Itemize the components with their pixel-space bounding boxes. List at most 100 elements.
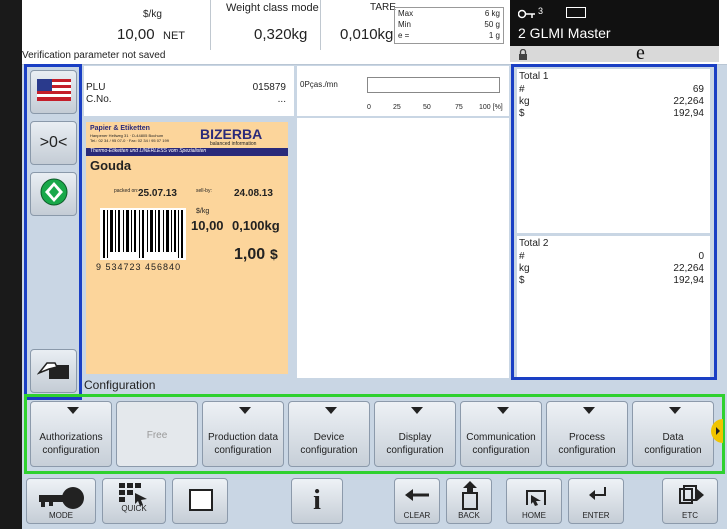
zero-button[interactable]: >0< — [30, 121, 77, 165]
packed-date: 25.07.13 — [138, 188, 177, 199]
net-label: NET — [163, 30, 185, 42]
label-currency: $ — [270, 246, 278, 262]
total2-label: Total 2 — [519, 238, 549, 249]
unit-price-label: $/kg — [196, 208, 210, 215]
barcode-icon — [100, 208, 186, 265]
device-name: 2 GLMI Master — [518, 25, 611, 41]
max-min-box: Max 6 kg Min 50 g e = 1 g — [394, 7, 504, 44]
production-data-config-button[interactable]: Production data configuration — [202, 401, 284, 467]
button-label: Device configuration — [300, 432, 358, 456]
key-icon — [37, 485, 87, 513]
quick-button[interactable]: QUICK — [102, 478, 166, 524]
button-label: Data configuration — [644, 432, 702, 456]
total1-kg: 22,264 — [673, 96, 704, 107]
weight-class-label: Weight class mode — [226, 2, 319, 14]
unit-price: 10,00 — [191, 218, 224, 233]
label-tagline: balanced information — [210, 141, 257, 147]
language-button[interactable] — [30, 70, 77, 114]
etc-icon — [679, 485, 705, 507]
scale-screen: $/kg 10,00 NET Weight class mode 0,320kg… — [22, 0, 727, 529]
total1-kg-label: kg — [519, 96, 530, 107]
scroll-right-tab[interactable] — [711, 419, 723, 443]
etc-button[interactable]: ETC — [662, 478, 718, 524]
weight-value: 0,320kg — [254, 26, 308, 43]
chevron-down-icon — [583, 407, 595, 414]
status-panel: 3 2 GLMI Master e — [510, 0, 719, 64]
total2-amount: 192,94 — [673, 275, 704, 286]
packed-label: packed on: — [114, 188, 139, 194]
price-value: 10,00 — [117, 26, 155, 43]
screen-icon — [189, 489, 213, 511]
total1-count-label: # — [519, 84, 525, 95]
enter-icon — [587, 485, 609, 507]
mode-button[interactable]: MODE — [26, 478, 96, 524]
process-config-button[interactable]: Process configuration — [546, 401, 628, 467]
display-toggle-button[interactable] — [172, 478, 228, 524]
home-icon — [525, 487, 547, 509]
min-label: Min — [398, 20, 411, 29]
e-value: 1 g — [488, 31, 500, 40]
us-flag-icon — [36, 78, 71, 106]
back-button[interactable]: BACK — [446, 478, 492, 524]
data-config-button[interactable]: Data configuration — [632, 401, 714, 467]
label-feed-button[interactable] — [30, 349, 77, 393]
throughput-bar — [367, 77, 500, 93]
totals-panel: Total 1 # 69 kg 22,264 $ 192,94 Total 2 … — [511, 64, 717, 380]
left-sidebar: >0< — [24, 64, 82, 400]
start-button[interactable] — [30, 172, 77, 216]
button-label: Authorizations configuration — [39, 432, 103, 456]
total2-amount-label: $ — [519, 275, 525, 286]
button-label: Free — [146, 430, 168, 441]
config-bar: Authorizations configuration Free Produc… — [24, 394, 725, 474]
e-label: e = — [398, 31, 410, 40]
max-value: 6 kg — [484, 9, 500, 18]
max-label: Max — [398, 9, 414, 18]
button-label: Production data configuration — [207, 432, 279, 456]
plu-value: 015879 — [252, 82, 286, 93]
etc-label: ETC — [682, 511, 698, 520]
label-phone: Tel.: 02 34 / 95 07-0 · Fax: 02 34 / 95 … — [90, 138, 169, 143]
chevron-down-icon — [67, 407, 79, 414]
chevron-down-icon — [669, 407, 681, 414]
sell-label: sell-by: — [196, 188, 212, 194]
free-button[interactable]: Free — [116, 401, 198, 467]
display-config-button[interactable]: Display configuration — [374, 401, 456, 467]
home-label: HOME — [522, 511, 546, 520]
button-label: Communication configuration — [466, 432, 536, 456]
clear-label: CLEAR — [403, 511, 431, 520]
button-label: Display configuration — [386, 432, 444, 456]
enter-button[interactable]: ENTER — [568, 478, 624, 524]
total1-amount: 192,94 — [673, 108, 704, 119]
min-value: 50 g — [484, 20, 500, 29]
authorizations-config-button[interactable]: Authorizations configuration — [30, 401, 112, 467]
home-button[interactable]: HOME — [506, 478, 562, 524]
enter-label: ENTER — [582, 511, 610, 520]
sell-date: 24.08.13 — [234, 188, 273, 199]
tick-25: 25 — [393, 104, 401, 111]
info-panel — [297, 118, 509, 378]
clear-button[interactable]: CLEAR — [394, 478, 440, 524]
label-area: Papier & Etiketten Hanpener Hellweg 31 ·… — [84, 118, 294, 378]
total1-amount-label: $ — [519, 108, 525, 119]
chevron-down-icon — [239, 407, 251, 414]
device-config-button[interactable]: Device configuration — [288, 401, 370, 467]
plu-label: PLU — [86, 82, 106, 93]
label-company: Papier & Etiketten — [90, 125, 150, 132]
quick-label: QUICK — [121, 504, 147, 513]
status-strip — [510, 46, 719, 62]
start-icon — [39, 177, 69, 212]
key-count: 3 — [538, 6, 544, 16]
warning-text: Verification parameter not saved — [22, 50, 166, 61]
communication-config-button[interactable]: Communication configuration — [460, 401, 542, 467]
bottom-bar: MODE QUICK i CLEAR BACK HOME ENTER ETC — [22, 474, 727, 529]
throughput-panel: 0Pças./mn 0 25 50 75 100 [%] — [297, 66, 509, 116]
cno-label: C.No. — [86, 94, 112, 105]
label-weight: 0,100kg — [232, 218, 280, 233]
label-preview: Papier & Etiketten Hanpener Hellweg 31 ·… — [86, 122, 288, 374]
tick-75: 75 — [455, 104, 463, 111]
info-button[interactable]: i — [291, 478, 343, 524]
cno-value: ... — [277, 94, 286, 105]
label-total: 1,00 — [234, 246, 266, 263]
total1-label: Total 1 — [519, 71, 549, 82]
key-icon — [517, 6, 536, 24]
